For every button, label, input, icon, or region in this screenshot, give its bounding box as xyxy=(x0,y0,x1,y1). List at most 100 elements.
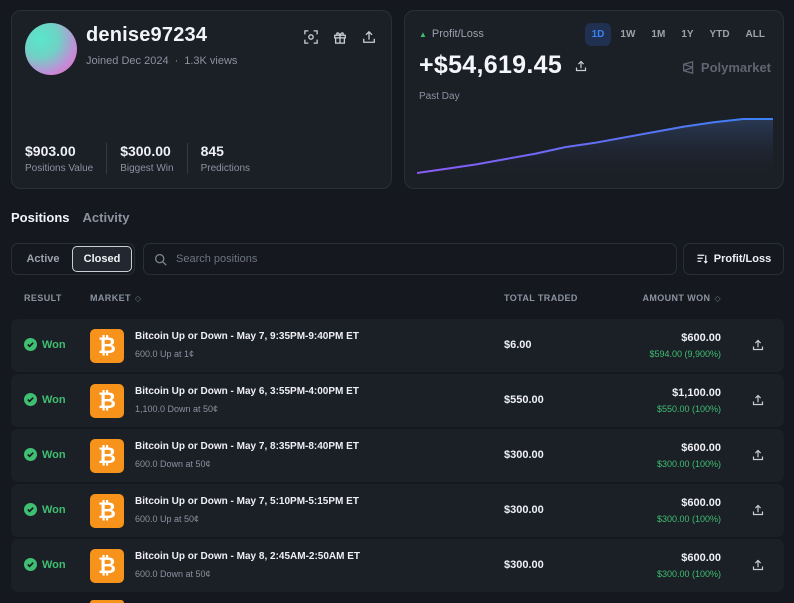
share-icon[interactable] xyxy=(752,558,766,572)
pnl-amount-row: +$54,619.45 xyxy=(419,51,589,80)
period-tab-1w[interactable]: 1W xyxy=(613,23,642,46)
table-row[interactable]: Won ₿ Bitcoin Up or Down - May 8, 2:45AM… xyxy=(11,539,784,592)
bitcoin-icon: ₿ xyxy=(90,329,124,363)
market-title[interactable]: Bitcoin Up or Down - May 7, 8:35PM-8:40P… xyxy=(135,441,359,452)
stat-label: Predictions xyxy=(200,163,251,174)
result-won: Won xyxy=(24,558,66,571)
stat-value: $300.00 xyxy=(120,143,171,159)
result-won: Won xyxy=(24,338,66,351)
header-label: RESULT xyxy=(24,293,62,303)
share-icon[interactable] xyxy=(752,503,766,517)
bitcoin-icon: ₿ xyxy=(90,384,124,418)
tab-activity[interactable]: Activity xyxy=(83,210,130,225)
sort-updown-icon: ◇ xyxy=(134,293,142,303)
search-icon xyxy=(154,253,167,266)
sort-updown-icon: ◇ xyxy=(714,293,721,303)
market-title[interactable]: Bitcoin Up or Down - May 6, 3:55PM-4:00P… xyxy=(135,386,359,397)
period-tabs: 1D 1W 1M 1Y YTD ALL xyxy=(584,23,772,46)
search-box xyxy=(143,243,677,275)
avatar xyxy=(25,23,77,75)
amount-won: $600.00 xyxy=(681,332,721,344)
check-circle-icon xyxy=(24,338,37,351)
header-amount-won[interactable]: AMOUNT WON ◇ xyxy=(642,293,721,303)
period-tab-all[interactable]: ALL xyxy=(739,23,772,46)
header-label: AMOUNT WON xyxy=(642,293,711,303)
share-icon[interactable] xyxy=(752,393,766,407)
positions-table: Won ₿ Bitcoin Up or Down - May 7, 9:35PM… xyxy=(11,319,784,594)
amount-won: $600.00 xyxy=(681,552,721,564)
market-position: 1,100.0 Down at 50¢ xyxy=(135,404,219,414)
stat-value: 845 xyxy=(200,143,224,159)
toggle-closed[interactable]: Closed xyxy=(72,246,132,272)
check-circle-icon xyxy=(24,393,37,406)
profile-card: denise97234 Joined Dec 2024 · 1.3K views $… xyxy=(11,10,392,189)
tab-positions[interactable]: Positions xyxy=(11,210,70,225)
stat-predictions: 845 Predictions xyxy=(201,143,263,174)
header-label: TOTAL TRADED xyxy=(504,293,578,303)
market-position: 600.0 Down at 50¢ xyxy=(135,569,211,579)
pnl-period-label: Past Day xyxy=(419,91,460,102)
up-triangle-icon: ▲ xyxy=(419,29,427,39)
sort-label: Profit/Loss xyxy=(713,253,772,265)
table-row[interactable]: Won ₿ Bitcoin Up or Down - May 7, 8:35PM… xyxy=(11,429,784,482)
share-icon[interactable] xyxy=(572,57,589,74)
stat-positions-value: $903.00 Positions Value xyxy=(25,143,108,174)
pnl-card: ▲ Profit/Loss 1D 1W 1M 1Y YTD ALL +$54,6… xyxy=(404,10,784,189)
header-label: MARKET xyxy=(90,293,131,303)
header-market[interactable]: MARKET ◇ xyxy=(90,293,141,303)
sort-button[interactable]: Profit/Loss xyxy=(683,243,784,275)
table-row[interactable]: Won ₿ Bitcoin Up or Down - May 7, 5:10PM… xyxy=(11,484,784,537)
result-won: Won xyxy=(24,448,66,461)
chart-area xyxy=(417,119,773,177)
result-label: Won xyxy=(42,393,66,406)
profit-percent: $594.00 (9,900%) xyxy=(649,349,721,359)
market-position: 600.0 Up at 1¢ xyxy=(135,349,195,359)
check-circle-icon xyxy=(24,503,37,516)
profit-percent: $300.00 (100%) xyxy=(656,569,721,579)
profit-percent: $300.00 (100%) xyxy=(656,514,721,524)
brand-name: Polymarket xyxy=(700,60,771,75)
share-icon[interactable] xyxy=(360,28,377,45)
period-tab-1y[interactable]: 1Y xyxy=(674,23,700,46)
bitcoin-icon: ₿ xyxy=(90,549,124,583)
sort-icon xyxy=(697,254,708,264)
polymarket-brand: Polymarket xyxy=(682,60,771,75)
period-tab-1m[interactable]: 1M xyxy=(644,23,672,46)
amount-won: $600.00 xyxy=(681,442,721,454)
filter-bar: Active Closed Profit/Loss xyxy=(11,243,784,275)
total-traded: $6.00 xyxy=(504,339,532,351)
bitcoin-icon: ₿ xyxy=(90,494,124,528)
amount-won: $1,100.00 xyxy=(672,387,721,399)
period-tab-1d[interactable]: 1D xyxy=(584,23,612,46)
table-row[interactable]: Won ₿ Bitcoin Up or Down - May 6, 3:55PM… xyxy=(11,374,784,427)
toggle-active[interactable]: Active xyxy=(14,246,72,272)
total-traded: $300.00 xyxy=(504,504,544,516)
profit-percent: $300.00 (100%) xyxy=(656,459,721,469)
table-header: RESULT MARKET ◇ TOTAL TRADED AMOUNT WON ◇ xyxy=(11,293,784,307)
share-icon[interactable] xyxy=(752,448,766,462)
chart-marks xyxy=(417,118,773,177)
profile-meta: Joined Dec 2024 · 1.3K views xyxy=(86,55,237,67)
market-position: 600.0 Up at 50¢ xyxy=(135,514,200,524)
polymarket-logo-icon xyxy=(682,61,694,74)
total-traded: $300.00 xyxy=(504,559,544,571)
period-tab-ytd[interactable]: YTD xyxy=(703,23,737,46)
market-title[interactable]: Bitcoin Up or Down - May 7, 9:35PM-9:40P… xyxy=(135,331,359,342)
profile-actions xyxy=(302,28,377,45)
gift-icon[interactable] xyxy=(331,28,348,45)
share-icon[interactable] xyxy=(752,338,766,352)
market-title[interactable]: Bitcoin Up or Down - May 8, 2:45AM-2:50A… xyxy=(135,551,360,562)
total-traded: $300.00 xyxy=(504,449,544,461)
table-row[interactable]: Won ₿ Bitcoin Up or Down - May 7, 9:35PM… xyxy=(11,319,784,372)
result-won: Won xyxy=(24,393,66,406)
section-tabs: Positions Activity xyxy=(11,210,129,225)
search-input[interactable] xyxy=(176,253,656,265)
market-title[interactable]: Bitcoin Up or Down - May 7, 5:10PM-5:15P… xyxy=(135,496,359,507)
stat-label: Biggest Win xyxy=(120,163,174,174)
profile-stats: $903.00 Positions Value $300.00 Biggest … xyxy=(25,143,276,174)
view-count: 1.3K views xyxy=(184,55,238,67)
stat-biggest-win: $300.00 Biggest Win xyxy=(120,143,188,174)
scan-icon[interactable] xyxy=(302,28,319,45)
stat-value: $903.00 xyxy=(25,143,76,159)
username: denise97234 xyxy=(86,24,208,46)
